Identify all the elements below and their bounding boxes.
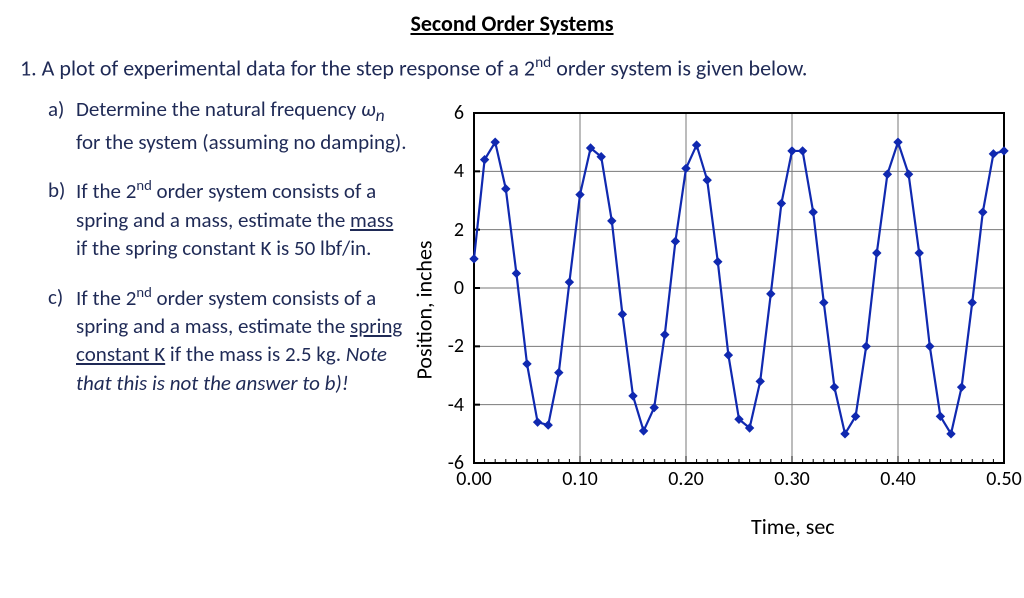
ytick-2: 2 <box>434 218 464 242</box>
part-c-spring1: spring <box>350 313 402 339</box>
part-b: b) If the 2nd order system consists of a… <box>48 176 408 262</box>
part-b-post: if the spring constant K is 50 lbf/in. <box>76 235 371 261</box>
ytick-6: 6 <box>434 101 464 125</box>
part-c-post1: if the mass is 2.5 kg. <box>165 341 346 367</box>
xtick-5: 0.50 <box>986 467 1021 491</box>
body-row: a) Determine the natural frequency ωn fo… <box>20 95 1004 555</box>
part-a-letter: a) <box>48 95 76 156</box>
part-c-spring2: constant K <box>76 341 165 367</box>
part-b-pre: If the 2 <box>76 178 136 204</box>
xtick-1: 0.10 <box>562 467 597 491</box>
part-b-mass: mass <box>350 207 393 233</box>
intro-pre: 1. A plot of experimental data for the s… <box>20 54 535 81</box>
ytick-n2: -2 <box>434 334 464 358</box>
intro-post: order system is given below. <box>551 54 807 81</box>
chart-container: Position, inches Time, sec 6 4 2 0 -2 -4… <box>416 95 1004 555</box>
question-intro: 1. A plot of experimental data for the s… <box>20 53 1004 81</box>
page-title: Second Order Systems <box>20 10 1004 37</box>
ytick-n4: -4 <box>434 393 464 417</box>
part-c: c) If the 2nd order system consists of a… <box>48 283 408 397</box>
omega-symbol: ω <box>361 96 376 122</box>
part-a-text: Determine the natural frequency ωn for t… <box>76 95 408 156</box>
part-c-letter: c) <box>48 283 76 397</box>
part-c-sup: nd <box>136 283 151 301</box>
part-b-text: If the 2nd order system consists of a sp… <box>76 176 408 262</box>
xtick-3: 0.30 <box>774 467 809 491</box>
ytick-4: 4 <box>434 159 464 183</box>
question-parts: a) Determine the natural frequency ωn fo… <box>48 95 408 555</box>
part-c-text: If the 2nd order system consists of a sp… <box>76 283 408 397</box>
intro-sup: nd <box>535 53 551 72</box>
y-axis-label: Position, inches <box>411 241 438 380</box>
document-page: Second Order Systems 1. A plot of experi… <box>0 0 1024 575</box>
part-b-sup: nd <box>136 176 151 194</box>
part-b-letter: b) <box>48 176 76 262</box>
ytick-0: 0 <box>434 276 464 300</box>
part-c-pre: If the 2 <box>76 285 136 311</box>
xtick-0: 0.00 <box>456 467 491 491</box>
xtick-4: 0.40 <box>880 467 915 491</box>
omega-sub: n <box>376 105 385 127</box>
xtick-2: 0.20 <box>668 467 703 491</box>
chart-plot <box>474 113 1004 463</box>
x-axis-label: Time, sec <box>751 513 835 540</box>
part-a: a) Determine the natural frequency ωn fo… <box>48 95 408 156</box>
part-a-post: for the system (assuming no damping). <box>76 129 407 155</box>
part-a-pre: Determine the natural frequency <box>76 96 361 122</box>
